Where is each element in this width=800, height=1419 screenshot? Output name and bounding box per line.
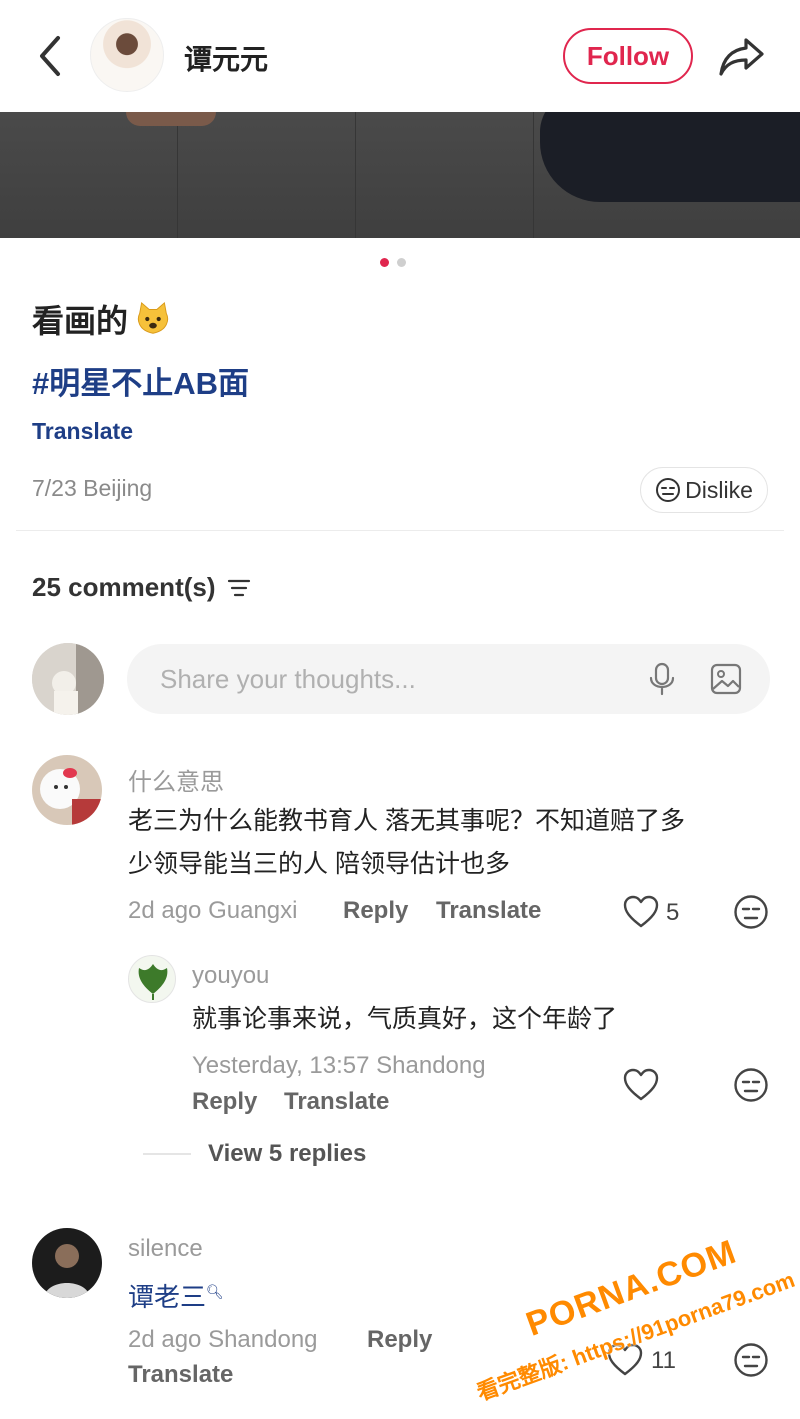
my-avatar[interactable]: [32, 643, 104, 715]
divider: [143, 1153, 191, 1155]
dislike-button[interactable]: Dislike: [640, 467, 768, 513]
dislike-label: Dislike: [685, 476, 753, 503]
heart-icon[interactable]: [607, 1343, 643, 1377]
author-name[interactable]: 谭元元: [184, 38, 268, 78]
like-count: 5: [666, 899, 680, 926]
translate-post-link[interactable]: Translate: [32, 418, 133, 445]
floor-tile: [178, 112, 356, 238]
translate-button[interactable]: Translate: [128, 1361, 233, 1389]
reply-meta: Yesterday, 13:57 Shandong: [192, 1052, 486, 1079]
floor-tile: [0, 112, 178, 238]
reply-button[interactable]: Reply: [192, 1088, 257, 1116]
follow-button[interactable]: Follow: [563, 28, 693, 84]
watermark: PORNA.COM 看完整版: https://91porna79.com: [452, 1210, 800, 1419]
hashtag-link[interactable]: #明星不止AB面: [32, 358, 249, 403]
comment-meta: 2d ago Shandong: [128, 1326, 318, 1353]
carousel-indicator: [380, 258, 406, 267]
sort-icon[interactable]: [226, 577, 252, 599]
translate-button[interactable]: Translate: [436, 897, 541, 925]
commenter-name[interactable]: silence: [128, 1235, 203, 1263]
author-avatar[interactable]: [90, 18, 164, 92]
carousel-dot: [397, 258, 406, 267]
floor-tile: [356, 112, 534, 238]
comment-text: 老三为什么能教书育人 落无其事呢？不知道赔了多: [128, 807, 685, 835]
reply-author-name[interactable]: youyou: [192, 962, 269, 990]
mention-link[interactable]: 谭老三🔍︎: [128, 1277, 224, 1314]
carousel-dot-active: [380, 258, 389, 267]
post-title: 看画的: [32, 296, 172, 342]
comment-meta: 2d ago Guangxi: [128, 897, 298, 924]
divider: [16, 530, 784, 531]
meh-face-icon: [656, 478, 681, 502]
reply-text: 就事论事来说，气质真好，这个年龄了: [192, 1005, 618, 1033]
microphone-icon[interactable]: [647, 662, 677, 696]
heart-icon[interactable]: [623, 1068, 659, 1102]
top-bar: 谭元元 Follow: [0, 0, 800, 112]
dislike-icon[interactable]: [733, 894, 769, 930]
watermark-url: 看完整版: https://91porna79.com: [473, 1266, 798, 1406]
like-count: 11: [651, 1347, 676, 1374]
post-image[interactable]: [0, 112, 800, 238]
photo-detail: [540, 112, 800, 202]
post-date-location: 7/23 Beijing: [32, 475, 153, 501]
dislike-icon[interactable]: [733, 1342, 769, 1378]
reply-button[interactable]: Reply: [343, 897, 408, 925]
commenter-avatar[interactable]: [32, 1228, 102, 1298]
dislike-icon[interactable]: [733, 1067, 769, 1103]
comment-text: 少领导能当三的人 陪领导估计也多: [128, 850, 510, 878]
post-title-text: 看画的: [32, 303, 129, 339]
reply-avatar[interactable]: [128, 955, 176, 1003]
view-replies-button[interactable]: View 5 replies: [208, 1140, 366, 1168]
heart-icon[interactable]: [623, 895, 659, 929]
commenter-avatar[interactable]: [32, 755, 102, 825]
comments-count-header[interactable]: 25 comment(s): [32, 572, 252, 603]
image-icon[interactable]: [709, 662, 743, 696]
comment-input[interactable]: [160, 663, 630, 695]
search-icon: 🔍︎: [206, 1283, 224, 1300]
comments-count: 25 comment(s): [32, 572, 216, 602]
watermark-text: PORNA.COM: [521, 1232, 742, 1344]
translate-button[interactable]: Translate: [284, 1088, 389, 1116]
commenter-name[interactable]: 什么意思: [128, 762, 224, 797]
cat-face-icon: [137, 301, 169, 334]
share-icon[interactable]: [716, 30, 768, 82]
photo-detail: [126, 112, 216, 126]
comment-composer[interactable]: [127, 644, 770, 714]
back-arrow-icon[interactable]: [30, 30, 70, 82]
reply-button[interactable]: Reply: [367, 1326, 432, 1354]
mention-text[interactable]: 谭老三: [128, 1282, 206, 1312]
